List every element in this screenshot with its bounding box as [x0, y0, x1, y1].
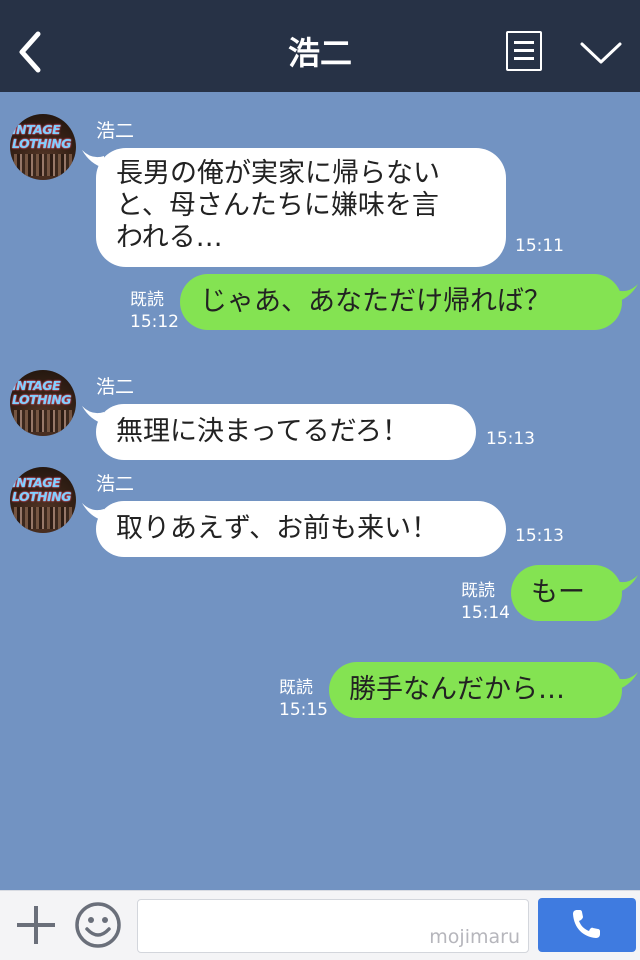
message-input[interactable]: mojimaru [137, 899, 529, 953]
read-receipt: 既読 15:14 [461, 580, 510, 624]
message-text: じゃあ、あなただけ帰れば？ [200, 286, 551, 317]
message-text: 取りあえず、お前も来い！ [116, 513, 439, 544]
menu-button[interactable] [506, 31, 542, 71]
avatar[interactable]: INTAGE LOTHING [10, 114, 76, 180]
message-time: 15:13 [515, 526, 564, 546]
message-bubble[interactable]: 長男の俺が実家に帰らない と、母さんたちに嫌味を言 われる… [96, 148, 506, 267]
watermark: mojimaru [429, 926, 520, 948]
bubble-tail [616, 672, 638, 690]
message-time: 15:13 [486, 429, 535, 449]
message-text: もー [531, 577, 585, 608]
collapse-button[interactable] [578, 38, 624, 68]
smiley-icon [75, 902, 121, 948]
sender-name: 浩二 [96, 376, 135, 398]
message-text: 勝手なんだから… [349, 674, 565, 705]
avatar[interactable]: INTAGE LOTHING [10, 467, 76, 533]
add-button[interactable] [14, 903, 58, 947]
read-receipt: 既読 15:12 [130, 289, 179, 333]
message-time: 15:12 [130, 312, 179, 332]
phone-icon [573, 910, 600, 938]
message-bubble[interactable]: 取りあえず、お前も来い！ [96, 501, 506, 557]
sender-name: 浩二 [96, 120, 135, 142]
message-text: 無理に決まってるだろ！ [116, 416, 409, 447]
message-line: われる… [116, 222, 223, 253]
read-label: 既読 [461, 581, 495, 601]
call-button[interactable] [538, 898, 636, 952]
chat-title: 浩二 [287, 34, 352, 72]
chat-header: 浩二 [0, 0, 640, 92]
message-line: と、母さんたちに嫌味を言 [116, 190, 439, 221]
message-bubble[interactable]: もー [511, 565, 622, 621]
input-bar: mojimaru [0, 890, 640, 960]
message-time: 15:14 [461, 603, 510, 623]
menu-lines-icon [514, 41, 534, 44]
read-receipt: 既読 15:15 [279, 677, 328, 721]
sender-name: 浩二 [96, 473, 135, 495]
message-line: 長男の俺が実家に帰らない [116, 158, 440, 189]
read-label: 既読 [130, 290, 164, 310]
bubble-tail [616, 575, 638, 593]
chat-area[interactable]: INTAGE LOTHING 浩二 長男の俺が実家に帰らない と、母さんたちに嫌… [0, 92, 640, 890]
message-bubble[interactable]: じゃあ、あなただけ帰れば？ [180, 274, 622, 330]
message-bubble[interactable]: 勝手なんだから… [329, 662, 622, 718]
bubble-tail [616, 284, 638, 302]
plus-icon [17, 906, 55, 944]
message-time: 15:11 [515, 236, 564, 256]
message-time: 15:15 [279, 700, 328, 720]
sticker-button[interactable] [74, 901, 122, 949]
avatar[interactable]: INTAGE LOTHING [10, 370, 76, 436]
chevron-down-icon [580, 42, 622, 64]
message-bubble[interactable]: 無理に決まってるだろ！ [96, 404, 476, 460]
read-label: 既読 [279, 678, 313, 698]
